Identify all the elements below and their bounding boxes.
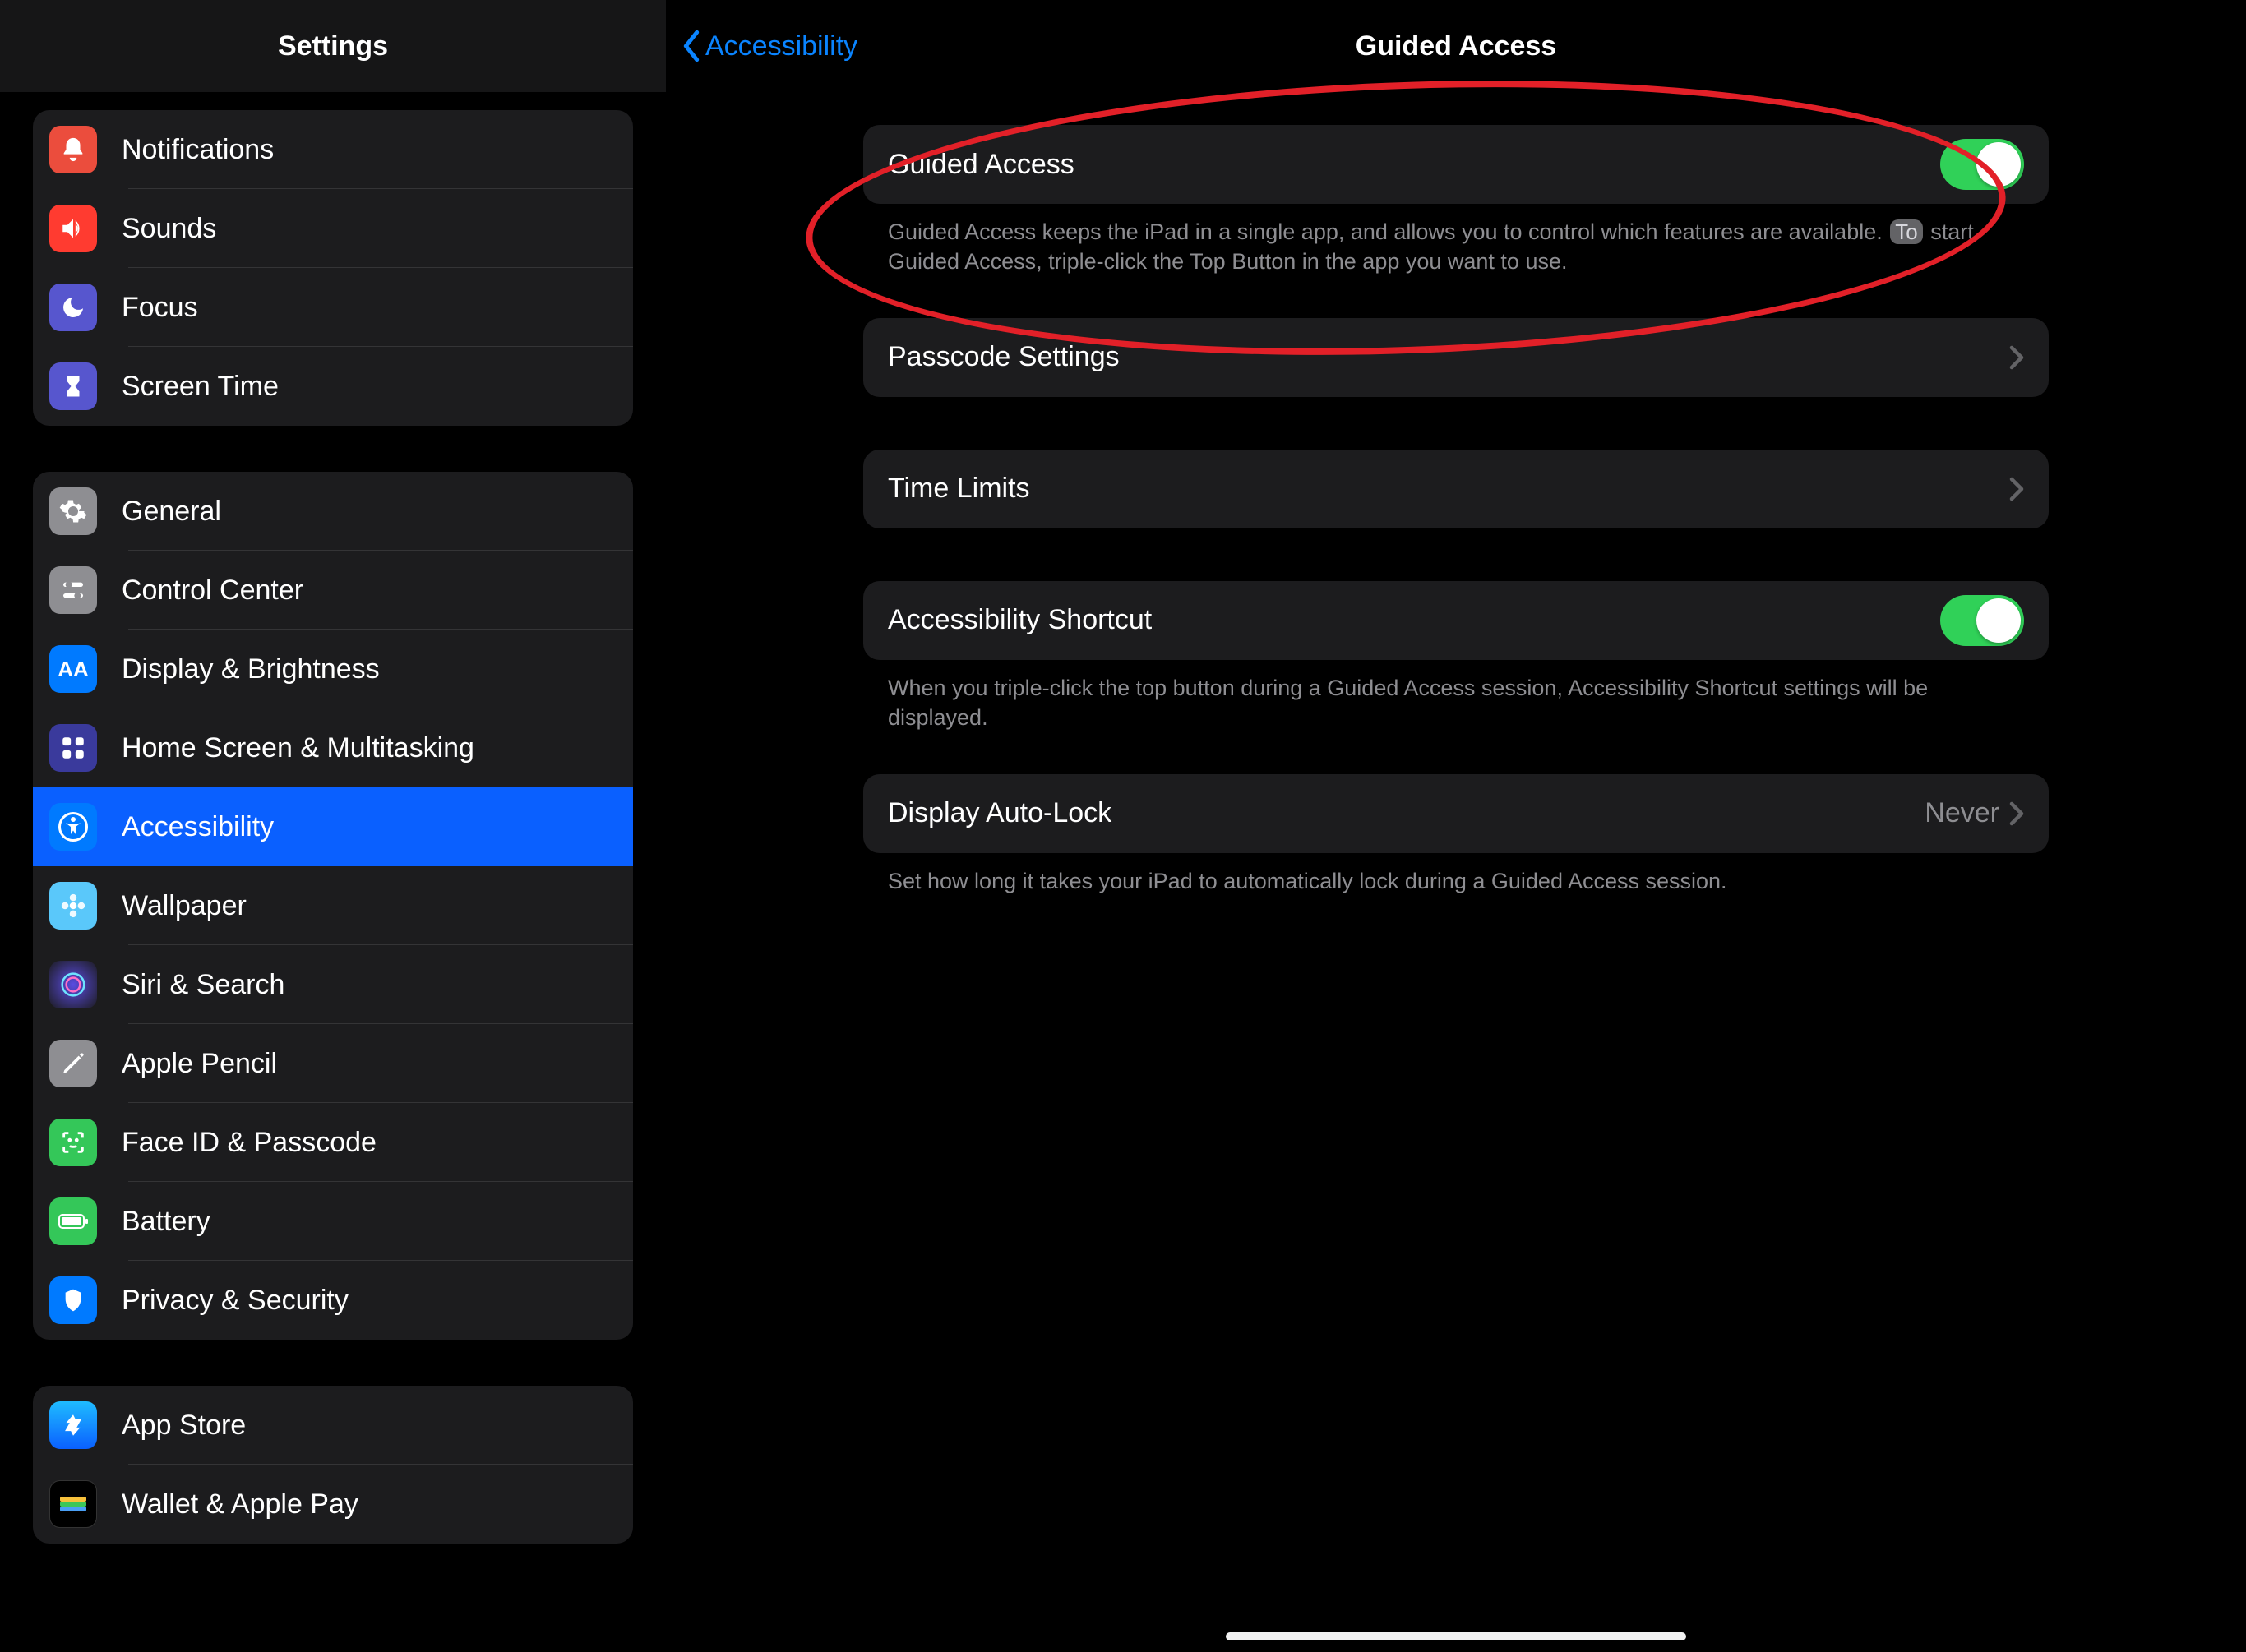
sidebar-item-general[interactable]: General bbox=[33, 472, 633, 551]
footer-text-pre: Guided Access keeps the iPad in a single… bbox=[888, 219, 1888, 244]
detail-header: Accessibility Guided Access bbox=[666, 0, 2246, 92]
chevron-left-icon bbox=[681, 30, 702, 62]
sidebar-item-label: Face ID & Passcode bbox=[122, 1127, 377, 1159]
back-label: Accessibility bbox=[705, 30, 857, 62]
sidebar-item-focus[interactable]: Focus bbox=[33, 268, 633, 347]
sidebar-group-0: Notifications Sounds Focus bbox=[33, 110, 633, 426]
sidebar-item-app-store[interactable]: App Store bbox=[33, 1386, 633, 1465]
accessibility-shortcut-group: Accessibility Shortcut bbox=[863, 581, 2049, 660]
sidebar-item-label: Wallpaper bbox=[122, 890, 247, 922]
sidebar-item-label: Sounds bbox=[122, 213, 216, 245]
sidebar-item-label: Wallet & Apple Pay bbox=[122, 1488, 358, 1520]
flower-icon bbox=[49, 882, 97, 930]
detail-pane: Accessibility Guided Access Guided Acces… bbox=[666, 0, 2246, 1652]
sidebar-item-label: Accessibility bbox=[122, 811, 274, 843]
sidebar-item-home-screen[interactable]: Home Screen & Multitasking bbox=[33, 708, 633, 787]
page-title: Guided Access bbox=[1356, 30, 1556, 62]
wallet-icon bbox=[49, 1480, 97, 1528]
sidebar-item-label: General bbox=[122, 496, 221, 528]
sidebar-item-label: Screen Time bbox=[122, 371, 279, 403]
sidebar-item-sounds[interactable]: Sounds bbox=[33, 189, 633, 268]
display-autolock-group: Display Auto-Lock Never bbox=[863, 774, 2049, 853]
hand-icon bbox=[49, 1276, 97, 1324]
sidebar-item-label: Control Center bbox=[122, 575, 303, 607]
aa-icon: AA bbox=[49, 645, 97, 693]
sidebar-item-label: Privacy & Security bbox=[122, 1285, 349, 1317]
sidebar-item-apple-pencil[interactable]: Apple Pencil bbox=[33, 1024, 633, 1103]
battery-icon bbox=[49, 1197, 97, 1245]
accessibility-shortcut-cell[interactable]: Accessibility Shortcut bbox=[863, 581, 2049, 660]
accessibility-shortcut-toggle[interactable] bbox=[1940, 595, 2024, 646]
sidebar-item-accessibility[interactable]: Accessibility bbox=[33, 787, 633, 866]
toggle-knob bbox=[1976, 598, 2021, 643]
sidebar-item-label: Focus bbox=[122, 292, 198, 324]
hourglass-icon bbox=[49, 362, 97, 410]
moon-icon bbox=[49, 284, 97, 331]
cell-label: Passcode Settings bbox=[888, 341, 1120, 373]
time-limits-cell[interactable]: Time Limits bbox=[863, 450, 2049, 528]
grid-icon bbox=[49, 724, 97, 772]
display-autolock-footer: Set how long it takes your iPad to autom… bbox=[863, 853, 2049, 896]
sidebar-item-display-brightness[interactable]: AA Display & Brightness bbox=[33, 630, 633, 708]
chevron-right-icon bbox=[2009, 801, 2024, 826]
accessibility-icon bbox=[49, 803, 97, 851]
back-button[interactable]: Accessibility bbox=[681, 0, 857, 92]
sidebar-item-battery[interactable]: Battery bbox=[33, 1182, 633, 1261]
sidebar-item-faceid-passcode[interactable]: Face ID & Passcode bbox=[33, 1103, 633, 1182]
footer-pill: To bbox=[1890, 219, 1922, 244]
cell-value: Never bbox=[1925, 797, 1999, 829]
sidebar-item-label: App Store bbox=[122, 1410, 246, 1442]
appstore-icon bbox=[49, 1401, 97, 1449]
toggle-knob bbox=[1976, 142, 2021, 187]
sidebar-scroll[interactable]: Notifications Sounds Focus bbox=[0, 92, 666, 1652]
sidebar-item-siri-search[interactable]: Siri & Search bbox=[33, 945, 633, 1024]
sidebar-item-label: Battery bbox=[122, 1206, 210, 1238]
time-limits-group: Time Limits bbox=[863, 450, 2049, 528]
sidebar-item-label: Home Screen & Multitasking bbox=[122, 732, 474, 764]
display-autolock-cell[interactable]: Display Auto-Lock Never bbox=[863, 774, 2049, 853]
settings-app: Settings Notifications Sounds bbox=[0, 0, 2246, 1652]
cell-label: Accessibility Shortcut bbox=[888, 604, 1152, 636]
sidebar-item-label: Apple Pencil bbox=[122, 1048, 277, 1080]
detail-body: Guided Access Guided Access keeps the iP… bbox=[666, 92, 2246, 896]
faceid-icon bbox=[49, 1119, 97, 1166]
sidebar-item-screen-time[interactable]: Screen Time bbox=[33, 347, 633, 426]
accessibility-shortcut-footer: When you triple-click the top button dur… bbox=[863, 660, 2049, 733]
siri-icon bbox=[49, 961, 97, 1008]
sliders-icon bbox=[49, 566, 97, 614]
guided-access-footer: Guided Access keeps the iPad in a single… bbox=[863, 204, 2049, 277]
sidebar-item-label: Notifications bbox=[122, 134, 274, 166]
home-indicator bbox=[1226, 1632, 1686, 1640]
chevron-right-icon bbox=[2009, 477, 2024, 501]
guided-access-group: Guided Access bbox=[863, 125, 2049, 204]
guided-access-toggle[interactable] bbox=[1940, 139, 2024, 190]
guided-access-cell[interactable]: Guided Access bbox=[863, 125, 2049, 204]
gear-icon bbox=[49, 487, 97, 535]
sidebar-item-wallet-apple-pay[interactable]: Wallet & Apple Pay bbox=[33, 1465, 633, 1544]
sidebar-item-wallpaper[interactable]: Wallpaper bbox=[33, 866, 633, 945]
sidebar-item-notifications[interactable]: Notifications bbox=[33, 110, 633, 189]
pencil-icon bbox=[49, 1040, 97, 1087]
cell-label: Time Limits bbox=[888, 473, 1030, 505]
passcode-settings-group: Passcode Settings bbox=[863, 318, 2049, 397]
sidebar-item-label: Siri & Search bbox=[122, 969, 284, 1001]
cell-label: Display Auto-Lock bbox=[888, 797, 1111, 829]
speaker-icon bbox=[49, 205, 97, 252]
sidebar-item-control-center[interactable]: Control Center bbox=[33, 551, 633, 630]
cell-label: Guided Access bbox=[888, 149, 1074, 181]
sidebar-item-label: Display & Brightness bbox=[122, 653, 380, 685]
sidebar-group-2: App Store Wallet & Apple Pay bbox=[33, 1386, 633, 1544]
sidebar-item-privacy-security[interactable]: Privacy & Security bbox=[33, 1261, 633, 1340]
bell-icon bbox=[49, 126, 97, 173]
sidebar: Settings Notifications Sounds bbox=[0, 0, 666, 1652]
sidebar-group-1: General Control Center AA Display & Brig… bbox=[33, 472, 633, 1340]
passcode-settings-cell[interactable]: Passcode Settings bbox=[863, 318, 2049, 397]
sidebar-title: Settings bbox=[0, 0, 666, 92]
chevron-right-icon bbox=[2009, 345, 2024, 370]
